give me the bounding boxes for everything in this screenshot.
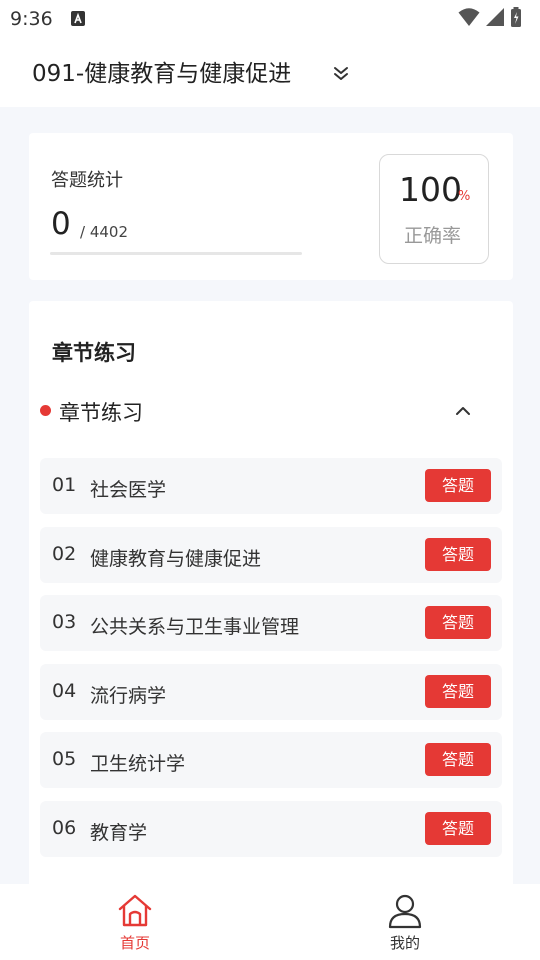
chapter-index: 06 [52, 816, 77, 839]
answer-button[interactable]: 答题 [425, 606, 491, 639]
answer-button[interactable]: 答题 [425, 537, 491, 571]
chapter-row[interactable]: 06 教育学 答题 [40, 800, 502, 857]
answer-stats-label: 答题统计 [51, 170, 123, 191]
accuracy-rate-value: 100 [399, 170, 462, 209]
chapter-group-title[interactable]: 章节练习 [59, 397, 143, 427]
answer-button[interactable]: 答题 [425, 469, 491, 502]
nav-mine[interactable]: 我的 [355, 884, 455, 960]
chapter-index: 05 [52, 748, 77, 770]
accuracy-rate-label: 正确率 [404, 225, 462, 247]
wifi-icon [458, 8, 480, 26]
status-bar: 9:36 [0, 0, 540, 36]
answer-button[interactable]: 答题 [425, 674, 491, 708]
bottom-nav: 首页 我的 [0, 884, 540, 960]
accuracy-rate-box: 100 % 正确率 [379, 154, 489, 264]
group-dot-icon [40, 405, 51, 416]
battery-icon [511, 7, 521, 27]
chapter-name: 卫生统计学 [90, 753, 186, 775]
section-title: 章节练习 [52, 341, 136, 365]
app-header: 091-健康教育与健康促进 [0, 36, 540, 107]
chapter-practice-card: 章节练习 章节练习 01 社会医学 答题 02 健康教育与健康促进 答题 03 … [29, 301, 513, 901]
chapter-name: 健康教育与健康促进 [90, 547, 262, 570]
status-time: 9:36 [10, 8, 53, 30]
accuracy-rate-unit: % [458, 189, 471, 204]
chapter-index: 04 [52, 679, 77, 702]
chapter-row[interactable]: 03 公共关系与卫生事业管理 答题 [40, 595, 502, 651]
chapter-row[interactable]: 05 卫生统计学 答题 [40, 732, 502, 788]
answer-stats-card: 答题统计 0 / 4402 100 % 正确率 [29, 133, 513, 280]
chevron-up-icon[interactable] [453, 401, 473, 421]
chapter-name: 公共关系与卫生事业管理 [90, 616, 300, 638]
nav-home[interactable]: 首页 [85, 884, 185, 960]
answer-button[interactable]: 答题 [425, 811, 491, 845]
status-icons [458, 7, 530, 27]
total-count: / 4402 [80, 223, 128, 241]
home-icon [118, 894, 152, 927]
double-chevron-down-icon[interactable] [330, 63, 352, 85]
nav-mine-label: 我的 [389, 934, 420, 952]
user-icon [388, 894, 422, 929]
chapter-name: 社会医学 [90, 479, 167, 501]
answered-count: 0 [51, 206, 71, 242]
chapter-name: 流行病学 [90, 684, 167, 707]
subject-title[interactable]: 091-健康教育与健康促进 [32, 54, 291, 88]
chapter-row[interactable]: 04 流行病学 答题 [40, 663, 502, 720]
answer-progress-bar [50, 252, 302, 255]
chapter-row[interactable]: 02 健康教育与健康促进 答题 [40, 526, 502, 583]
signal-icon [486, 8, 504, 26]
chapter-index: 02 [52, 542, 77, 565]
nav-home-label: 首页 [119, 934, 150, 952]
chapter-index: 03 [52, 611, 77, 633]
chapter-list: 01 社会医学 答题 02 健康教育与健康促进 答题 03 公共关系与卫生事业管… [40, 458, 502, 869]
answer-button[interactable]: 答题 [425, 743, 491, 776]
notification-a-icon [71, 11, 85, 26]
chapter-name: 教育学 [90, 821, 148, 844]
chapter-index: 01 [52, 474, 77, 496]
chapter-row[interactable]: 01 社会医学 答题 [40, 458, 502, 514]
